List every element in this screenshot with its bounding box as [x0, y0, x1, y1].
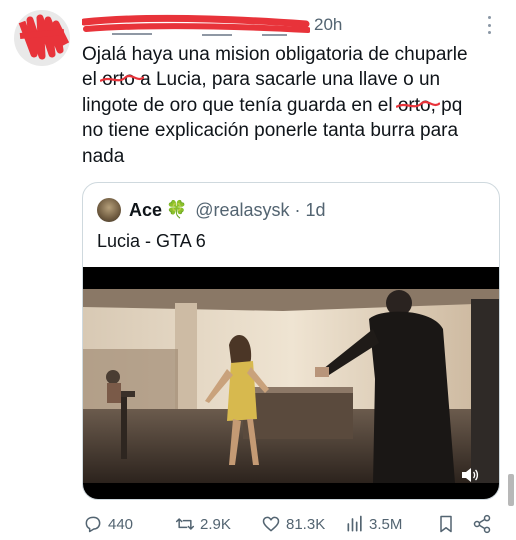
redacted-username [82, 14, 310, 36]
video-frame [83, 289, 499, 483]
reply-count: 440 [108, 515, 134, 533]
like-button[interactable]: 81.3K [260, 512, 325, 536]
post-header: 20h [82, 12, 502, 38]
reply-icon [85, 516, 101, 533]
repost-count: 2.9K [200, 515, 231, 533]
volume-icon[interactable] [461, 467, 479, 483]
struck-word: orto [395, 93, 440, 118]
like-count: 81.3K [286, 515, 326, 533]
quoted-display-name[interactable]: Ace [129, 200, 162, 221]
post-text-line: lingote de oro que tenía guarda en el or… [82, 93, 507, 118]
post-time[interactable]: 20h [314, 15, 342, 35]
repost-button[interactable]: 2.9K [174, 512, 231, 536]
views-count: 3.5M [369, 515, 403, 533]
quoted-avatar[interactable] [97, 198, 121, 222]
quoted-text: Lucia - GTA 6 [97, 231, 206, 251]
views-chart-icon [347, 515, 362, 532]
struck-word: orto [100, 67, 145, 92]
video-player[interactable] [83, 267, 499, 499]
share-icon [473, 514, 491, 534]
bookmark-icon [440, 515, 452, 533]
heart-icon [262, 516, 280, 532]
quoted-time: 1d [305, 199, 326, 220]
post-text-line: el orto a Lucia, para sacarle una llave … [82, 67, 507, 92]
scrollbar-thumb[interactable] [508, 474, 514, 506]
more-vertical-icon[interactable] [486, 16, 492, 34]
avatar[interactable] [14, 10, 72, 70]
views-button[interactable]: 3.5M [345, 512, 402, 536]
post-text: Ojalá haya una mision obligatoria de chu… [82, 42, 507, 169]
quoted-post-header: Ace 🍀 @realasysk · 1d [97, 197, 326, 223]
quoted-post[interactable]: Ace 🍀 @realasysk · 1d Lucia - GTA 6 [82, 182, 500, 500]
post-text-line: Ojalá haya una mision obligatoria de chu… [82, 44, 468, 65]
post-text-line: nada [82, 145, 125, 167]
bookmark-button[interactable] [436, 512, 460, 536]
post-text-line: no tiene explicación ponerle tanta burra… [82, 120, 459, 142]
clover-icon: 🍀 [166, 200, 188, 219]
repost-icon [175, 518, 195, 530]
quoted-handle: @realasysk · 1d [195, 199, 326, 220]
reply-button[interactable]: 440 [82, 512, 133, 536]
redaction-scribble [18, 14, 70, 60]
action-bar: 440 2.9K 81.3K 3.5M [82, 512, 502, 538]
avatar-image [14, 10, 70, 66]
share-button[interactable] [472, 512, 496, 536]
